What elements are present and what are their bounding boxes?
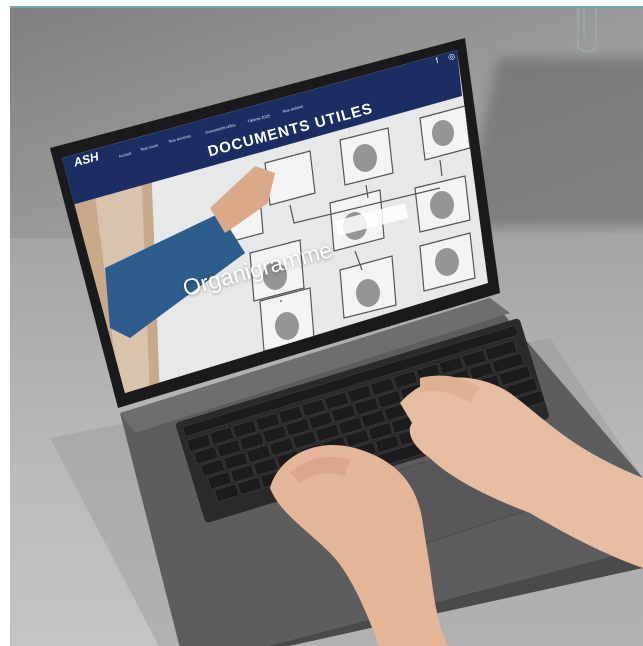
laptop-photo: ASH Accueil Nos cours Nos services Docum… (10, 8, 643, 646)
paper-clip (576, 8, 598, 53)
laptop-illustration (50, 8, 643, 646)
